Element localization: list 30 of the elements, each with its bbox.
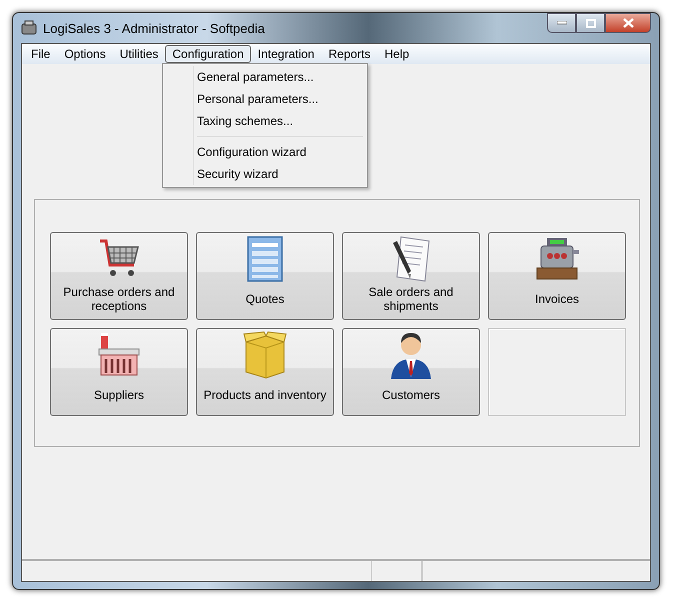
app-icon	[21, 20, 37, 36]
module-button[interactable]: Purchase orders and receptions	[50, 232, 188, 320]
menu-entry[interactable]: Security wizard	[165, 163, 365, 185]
module-button[interactable]: Products and inventory	[196, 328, 334, 416]
minimize-button[interactable]	[547, 13, 576, 33]
maximize-icon	[586, 18, 596, 28]
menu-item[interactable]: Reports	[321, 45, 378, 63]
menu-item[interactable]: Options	[57, 45, 113, 63]
menu-entry[interactable]: General parameters...	[165, 66, 365, 88]
menu-entry[interactable]: Configuration wizard	[165, 141, 365, 163]
module-button[interactable]: Customers	[342, 328, 480, 416]
window-title: LogiSales 3 - Administrator - Softpedia	[43, 20, 266, 36]
module-button[interactable]: Quotes	[196, 232, 334, 320]
module-button[interactable]: Sale orders and shipments	[342, 232, 480, 320]
module-button[interactable]: Suppliers	[50, 328, 188, 416]
form-icon	[246, 235, 284, 283]
cardboard-box-icon	[242, 330, 288, 380]
maximize-button[interactable]	[576, 13, 605, 33]
menu-entry[interactable]: Taxing schemes...	[165, 110, 365, 132]
menu-item[interactable]: Help	[378, 45, 416, 63]
menu-item[interactable]: Integration	[250, 45, 322, 63]
close-button[interactable]	[605, 13, 651, 33]
menu-item[interactable]: File	[24, 45, 58, 63]
module-button[interactable]: Invoices	[488, 232, 626, 320]
menu-item[interactable]: Configuration	[165, 45, 251, 63]
minimize-icon	[556, 21, 566, 25]
person-icon	[389, 331, 433, 379]
menu-entry[interactable]: Personal parameters...	[165, 88, 365, 110]
close-icon	[622, 18, 634, 28]
menu-item[interactable]: Utilities	[112, 45, 166, 63]
